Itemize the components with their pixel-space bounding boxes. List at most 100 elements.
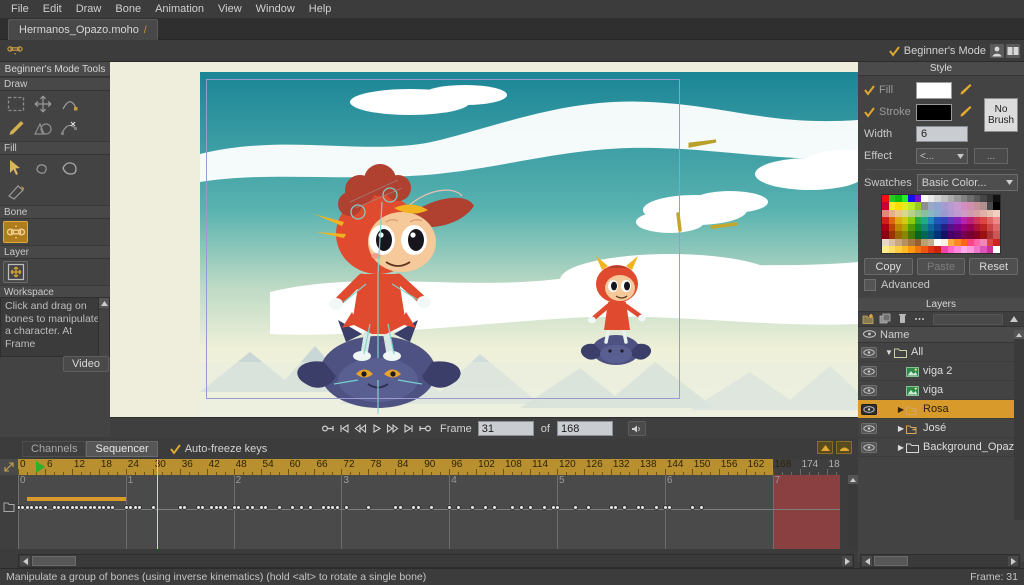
palette-swatch[interactable]	[993, 210, 1000, 217]
eye-icon[interactable]	[861, 385, 877, 396]
keyframe-marker[interactable]	[308, 505, 313, 510]
palette-swatch[interactable]	[993, 202, 1000, 209]
transform-layer-icon[interactable]	[3, 261, 28, 283]
effect-dropdown[interactable]: <...	[916, 148, 968, 164]
layer-row[interactable]: ▶Background_Opazo	[858, 438, 1024, 457]
keyframe-marker[interactable]	[416, 505, 421, 510]
play-range-start-handle[interactable]	[36, 461, 45, 473]
scroll-right-icon[interactable]	[1008, 556, 1018, 566]
auto-freeze-keys-toggle[interactable]: Auto-freeze keys	[170, 443, 268, 455]
width-input[interactable]: 6	[916, 126, 968, 142]
scroll-up-icon[interactable]	[848, 475, 858, 484]
scrollbar-thumb[interactable]	[32, 556, 76, 566]
add-point-curve-icon[interactable]	[57, 93, 82, 115]
chevron-down-icon[interactable]: ▼	[884, 348, 894, 357]
video-button[interactable]: Video	[63, 356, 109, 372]
scroll-left-icon[interactable]	[862, 556, 872, 566]
keyframe-marker[interactable]	[344, 505, 349, 510]
paste-style-button[interactable]: Paste	[917, 258, 966, 275]
keyframe-marker[interactable]	[299, 505, 304, 510]
beginner-mode-toggle[interactable]: Beginner's Mode	[889, 43, 986, 59]
book-icon[interactable]	[1006, 44, 1020, 58]
frame-input[interactable]: 31	[478, 421, 534, 436]
transform-points-icon[interactable]	[30, 93, 55, 115]
jump-to-end-icon[interactable]	[418, 422, 431, 435]
timeline-track[interactable]: 01234567	[18, 475, 840, 549]
palette-swatch[interactable]	[993, 246, 1000, 253]
effect-more-button[interactable]: ...	[974, 148, 1008, 164]
scroll-right-icon[interactable]	[842, 556, 852, 566]
layer-options-icon[interactable]	[913, 313, 926, 325]
shape-draw-icon[interactable]	[30, 117, 55, 139]
create-shape-icon[interactable]	[30, 157, 55, 179]
color-palette-grid[interactable]	[881, 194, 1001, 254]
palette-swatch[interactable]	[993, 195, 1000, 202]
menu-item-window[interactable]: Window	[249, 1, 302, 17]
next-keyframe-icon[interactable]	[402, 422, 415, 435]
add-layer-icon[interactable]	[862, 313, 875, 325]
layer-row[interactable]: ▼All	[858, 343, 1024, 362]
keyframe-marker[interactable]	[470, 505, 475, 510]
keyframe-marker[interactable]	[151, 505, 156, 510]
layer-visibility-toggle[interactable]	[858, 385, 880, 396]
fill-color-swatch[interactable]	[916, 82, 952, 99]
beginner-mode-checkbox[interactable]	[889, 46, 900, 57]
layer-visibility-toggle[interactable]	[858, 404, 880, 415]
swatches-dropdown[interactable]: Basic Color...	[917, 174, 1018, 191]
layer-row[interactable]: ▶José	[858, 419, 1024, 438]
keyframe-marker[interactable]	[555, 505, 560, 510]
stroke-checkbox[interactable]	[864, 107, 875, 118]
manipulate-bones-icon[interactable]	[3, 221, 28, 243]
scroll-up-icon[interactable]	[1014, 330, 1024, 339]
advanced-checkbox[interactable]	[864, 279, 876, 291]
keyframe-marker[interactable]	[290, 505, 295, 510]
step-forward-icon[interactable]	[386, 422, 399, 435]
total-frames-input[interactable]: 168	[557, 421, 613, 436]
speaker-icon[interactable]	[628, 421, 646, 436]
layer-visibility-toggle[interactable]	[858, 442, 880, 453]
eye-icon[interactable]	[861, 423, 877, 434]
eyedropper-icon[interactable]	[957, 82, 973, 98]
keyframe-marker[interactable]	[43, 505, 48, 510]
document-tab[interactable]: Hermanos_Opazo.moho /	[8, 19, 158, 40]
menu-item-draw[interactable]: Draw	[69, 1, 109, 17]
stroke-color-swatch[interactable]	[916, 104, 952, 121]
duplicate-layer-icon[interactable]	[879, 313, 892, 325]
layers-search-field[interactable]	[933, 314, 1003, 325]
menu-item-view[interactable]: View	[211, 1, 249, 17]
scroll-left-icon[interactable]	[20, 556, 30, 566]
help-scrollbar[interactable]	[98, 298, 109, 356]
palette-swatch[interactable]	[993, 217, 1000, 224]
palette-swatch[interactable]	[993, 224, 1000, 231]
person-icon[interactable]	[990, 44, 1004, 58]
eyedropper-icon[interactable]	[957, 104, 973, 120]
advanced-row[interactable]: Advanced	[864, 279, 1018, 291]
timeline-horizontal-scrollbar[interactable]	[18, 554, 854, 568]
select-rectangle-icon[interactable]	[3, 93, 28, 115]
scroll-up-icon[interactable]	[99, 298, 110, 308]
keyframe-marker[interactable]	[398, 505, 403, 510]
select-shape-arrow-icon[interactable]	[3, 157, 28, 179]
keyframe-marker[interactable]	[542, 505, 547, 510]
timeline-ruler[interactable]: 0612182430364248546066727884909610210811…	[18, 459, 840, 475]
play-icon[interactable]	[370, 422, 383, 435]
chevron-right-icon[interactable]: ▶	[896, 405, 906, 414]
keyframe-marker[interactable]	[654, 505, 659, 510]
keyframe-marker[interactable]	[335, 505, 340, 510]
paint-bucket-icon[interactable]	[57, 157, 82, 179]
keyframe-selection-bar[interactable]	[27, 497, 126, 501]
keyframe-marker[interactable]	[223, 505, 228, 510]
layer-visibility-toggle[interactable]	[858, 347, 880, 358]
eye-icon[interactable]	[861, 347, 877, 358]
no-brush-button[interactable]: No Brush	[984, 98, 1018, 132]
playhead-line[interactable]	[157, 475, 158, 549]
delete-point-icon[interactable]	[57, 117, 82, 139]
collapse-panel-icon[interactable]	[1007, 313, 1020, 325]
freehand-pencil-icon[interactable]	[3, 117, 28, 139]
palette-swatch[interactable]	[993, 231, 1000, 238]
previous-keyframe-icon[interactable]	[338, 422, 351, 435]
chevron-right-icon[interactable]: ▶	[896, 424, 906, 433]
timeline-vertical-scrollbar[interactable]	[848, 475, 858, 549]
keyframe-marker[interactable]	[250, 505, 255, 510]
tab-sequencer[interactable]: Sequencer	[86, 441, 157, 457]
